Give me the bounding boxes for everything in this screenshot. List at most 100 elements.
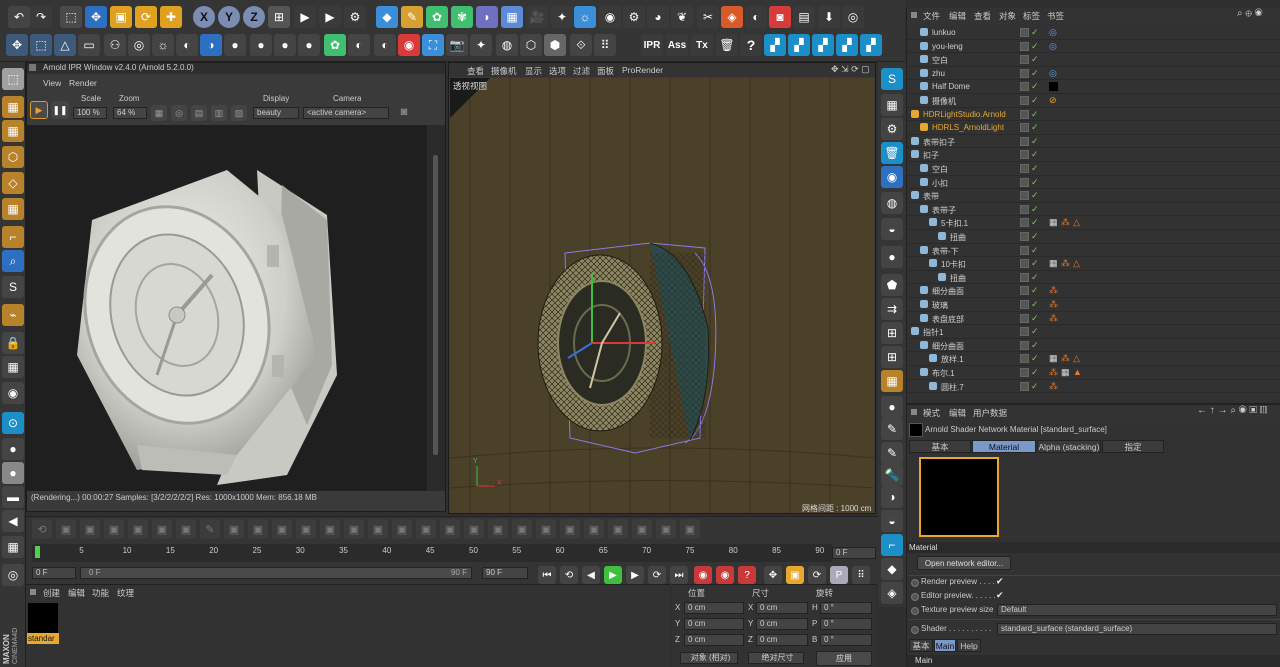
snap-icon[interactable]: ⚇ [104, 34, 126, 56]
warning-tag-icon[interactable]: △ [1073, 259, 1082, 268]
layer-toggle[interactable] [1020, 245, 1029, 255]
obj-menu-tags[interactable]: 标签 [1023, 10, 1040, 22]
enabled-check-icon[interactable]: ✓ [1031, 41, 1039, 52]
object-name[interactable]: 玻璃 [932, 300, 948, 311]
vp-menu-panel[interactable]: 面板 [597, 65, 614, 77]
attr-menu-edit[interactable]: 编辑 [949, 407, 966, 419]
object-name[interactable]: 5卡扣.1 [941, 218, 968, 229]
timeline-tool-icon[interactable]: ▣ [416, 519, 436, 539]
tab-assign[interactable]: 指定 [1102, 440, 1164, 453]
attr-nav-icons[interactable]: ← ↑ → ⌕ ◉ ▣ ▥ [1197, 405, 1267, 416]
prev-frame-icon[interactable]: ◀ [582, 566, 600, 584]
tab-material[interactable]: Material [972, 440, 1036, 453]
timeline-tool-icon[interactable]: ▣ [584, 519, 604, 539]
select-icon[interactable]: ⬚ [60, 6, 82, 28]
timeline-tool-icon[interactable]: ▣ [344, 519, 364, 539]
object-row[interactable]: zhu ✓ ◎ [907, 67, 1280, 81]
material-thumbnail[interactable] [28, 603, 58, 633]
object-mode-icon[interactable]: ▭ [78, 34, 100, 56]
timeline-tool-icon[interactable]: ▣ [464, 519, 484, 539]
half-icon[interactable]: ◐ [176, 34, 198, 56]
cube-grid-icon[interactable]: ▦ [881, 94, 903, 116]
sphere-dark-icon[interactable]: ● [881, 246, 903, 268]
timeline-tool-icon[interactable]: ▣ [440, 519, 460, 539]
object-row[interactable]: 扣子 ✓ [907, 148, 1280, 162]
camera-select[interactable]: <active camera> [303, 107, 389, 119]
shader-icon[interactable]: ◈ [721, 6, 743, 28]
shader-radio[interactable] [911, 626, 919, 634]
object-row[interactable]: 布尔.1 ✓ ⁂ ▦ ▲ [907, 366, 1280, 380]
settings-icon[interactable]: ⚙ [881, 118, 903, 140]
deformer-icon[interactable]: ◗ [476, 6, 498, 28]
obj-menu-bookmarks[interactable]: 书签 [1047, 10, 1064, 22]
texture-preview-radio[interactable] [911, 607, 919, 615]
end-frame-field[interactable]: 90 F [482, 567, 528, 579]
material-tag-icon[interactable]: ⁂ [1061, 218, 1070, 227]
enabled-check-icon[interactable]: ✓ [1031, 177, 1039, 188]
editor-preview-check[interactable]: ✔ [996, 590, 1004, 601]
key-rot-icon[interactable]: ⟳ [808, 566, 826, 584]
object-name[interactable]: 摄像机 [932, 96, 956, 107]
viewport-layout-icon[interactable]: ▞ [860, 34, 882, 56]
lock-icon[interactable]: 🔒 [2, 332, 24, 354]
object-name[interactable]: 空白 [932, 55, 948, 66]
attr-menu-mode[interactable]: 模式 [923, 407, 940, 419]
obj-menu-object[interactable]: 对象 [999, 10, 1016, 22]
object-name[interactable]: 小扣 [932, 178, 948, 189]
model-mode-icon[interactable]: ▦ [2, 96, 24, 118]
trash-icon[interactable]: 🗑 [716, 34, 738, 56]
flashlight-icon[interactable]: 🔦 [881, 464, 903, 486]
checker-tag-icon[interactable]: ▦ [1049, 218, 1058, 227]
size-field[interactable]: 0 cm [756, 618, 808, 630]
timeline-tool-icon[interactable]: ✎ [200, 519, 220, 539]
download-icon[interactable]: ⬇ [818, 6, 840, 28]
material-name-label[interactable]: standar [27, 633, 59, 644]
help-button[interactable]: ? [740, 34, 762, 56]
playhead[interactable] [35, 546, 40, 558]
shader-select[interactable]: standard_surface (standard_surface) [997, 623, 1277, 635]
car-icon[interactable]: ⊙ [2, 412, 24, 434]
object-name[interactable]: 布尔.1 [932, 368, 955, 379]
enabled-check-icon[interactable]: ✓ [1031, 381, 1039, 392]
timeline-tool-icon[interactable]: ▣ [608, 519, 628, 539]
left-tool-icon[interactable]: ▬ [2, 486, 24, 508]
enabled-check-icon[interactable]: ✓ [1031, 367, 1039, 378]
lock-icon[interactable]: ▨ [231, 105, 247, 121]
camera2-icon[interactable]: 📷 [446, 34, 468, 56]
obj-menu-file[interactable]: 文件 [923, 10, 940, 22]
layer-toggle[interactable] [1020, 300, 1029, 309]
protection-tag-icon[interactable]: ⊘ [1049, 96, 1058, 105]
rotate-tool-icon[interactable]: ⟲ [32, 519, 52, 539]
mat-menu-edit[interactable]: 编辑 [68, 587, 85, 599]
brush-icon[interactable]: ✎ [881, 418, 903, 440]
object-row[interactable]: 空白 ✓ [907, 162, 1280, 176]
viewport-layout-icon[interactable]: ▞ [812, 34, 834, 56]
pdf-icon[interactable]: ▤ [793, 6, 815, 28]
globe-icon[interactable]: ◎ [171, 105, 187, 121]
play-icon[interactable]: ▶ [604, 566, 622, 584]
editor-preview-radio[interactable] [911, 593, 919, 601]
range-slider[interactable]: 0 F 90 F [80, 567, 472, 579]
enabled-check-icon[interactable]: ✓ [1031, 149, 1039, 160]
layer-toggle[interactable] [1020, 218, 1029, 228]
timeline-tool-icon[interactable]: ▣ [80, 519, 100, 539]
z-axis-button[interactable]: Z [243, 6, 265, 28]
phy-cam-icon[interactable]: ◎ [2, 564, 24, 586]
cube-blue-icon[interactable]: ◆ [881, 558, 903, 580]
material-tag-icon[interactable]: ⁂ [1049, 381, 1058, 391]
object-name[interactable]: 表盘底部 [932, 314, 964, 325]
leaf-icon[interactable]: ❦ [671, 6, 693, 28]
object-name[interactable]: 指针1 [923, 327, 943, 338]
timeline-tool-icon[interactable]: ▣ [512, 519, 532, 539]
enabled-check-icon[interactable]: ✓ [1031, 163, 1039, 174]
autokey-icon[interactable]: ◉ [716, 566, 734, 584]
enabled-check-icon[interactable]: ✓ [1031, 231, 1039, 242]
timeline-ruler[interactable]: 051015202530354045505560657075808590 [32, 544, 832, 562]
layer-toggle[interactable] [1020, 150, 1029, 160]
half-sphere-icon[interactable]: ◒ [881, 218, 903, 240]
zoom-field[interactable]: 64 % [113, 107, 147, 119]
timeline-tool-icon[interactable]: ▣ [632, 519, 652, 539]
attr-menu-userdata[interactable]: 用户数据 [973, 407, 1007, 419]
enabled-check-icon[interactable]: ✓ [1031, 340, 1039, 351]
tab-help[interactable]: Help [957, 639, 981, 652]
